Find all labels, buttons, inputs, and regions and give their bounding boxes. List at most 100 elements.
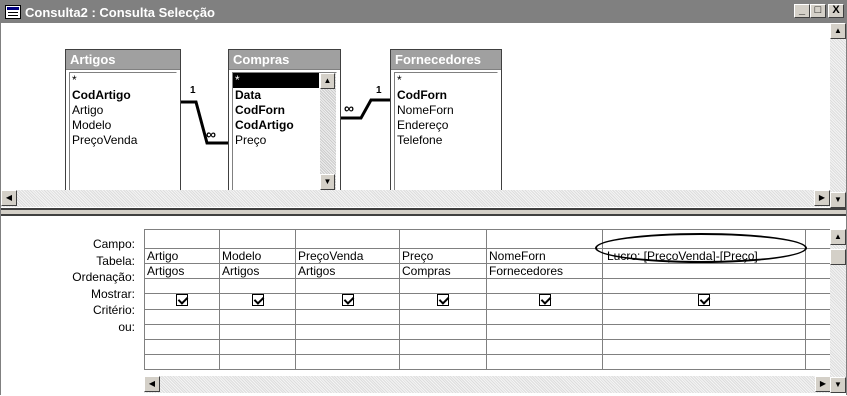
criterio-cell[interactable] [805,309,832,325]
ou-cell[interactable] [805,324,832,340]
scroll-down-icon[interactable]: ▼ [830,192,846,208]
campo-cell[interactable] [805,248,832,264]
grid-cell[interactable] [219,339,296,355]
tabela-cell[interactable]: Artigos [144,263,220,279]
tabela-cell[interactable]: Artigos [295,263,400,279]
mostrar-cell[interactable] [805,293,832,310]
title-bar: Consulta2 : Consulta Selecção _ □ X [1,1,846,23]
scroll-right-icon[interactable]: ▶ [815,376,831,392]
campo-cell[interactable]: Artigo [144,248,220,264]
ou-cell[interactable] [144,324,220,340]
show-checkbox[interactable] [437,294,449,306]
tabela-cell[interactable] [805,263,832,279]
mostrar-cell [602,293,806,310]
ordenacao-cell[interactable] [486,278,603,294]
scroll-right-icon[interactable]: ▶ [814,190,830,206]
tabela-cell[interactable]: Compras [399,263,487,279]
grid-cell[interactable] [486,339,603,355]
grid-cell[interactable] [219,354,296,370]
criterio-cell[interactable] [144,309,220,325]
grid-cell[interactable] [144,229,220,249]
mostrar-cell [399,293,487,310]
campo-cell[interactable]: Preço [399,248,487,264]
ordenacao-cell[interactable] [602,278,806,294]
relationship-one-label: 1 [376,85,382,96]
scroll-left-icon[interactable]: ◀ [144,376,160,392]
row-label-mostrar: Mostrar: [90,287,135,301]
ordenacao-cell[interactable] [399,278,487,294]
query-design-grid: Artigo Modelo PreçoVenda Preço NomeForn … [144,229,832,370]
campo-cell[interactable]: Lucro: [PreçoVenda]-[Preço] [602,248,806,264]
ordenacao-cell[interactable] [144,278,220,294]
row-label-tabela: Tabela: [96,254,135,268]
grid-cell[interactable] [602,354,806,370]
grid-cell[interactable] [295,229,400,249]
row-label-ou: ou: [118,320,135,334]
show-checkbox[interactable] [251,294,264,306]
grid-cell[interactable] [295,339,400,355]
ordenacao-cell[interactable] [805,278,832,294]
mostrar-cell [486,293,603,310]
ou-cell[interactable] [486,324,603,340]
scroll-thumb[interactable] [830,249,846,265]
scroll-up-icon[interactable]: ▲ [830,229,846,245]
table-pane: Artigos * CodArtigo Artigo Modelo PreçoV… [1,23,846,208]
show-checkbox[interactable] [698,294,710,306]
grid-cell[interactable] [144,339,220,355]
grid-cell[interactable] [486,229,603,249]
query-window: Consulta2 : Consulta Selecção _ □ X Arti… [0,0,847,396]
tabela-cell[interactable] [602,263,806,279]
campo-cell[interactable]: NomeForn [486,248,603,264]
scroll-left-icon[interactable]: ◀ [1,190,17,206]
upper-vertical-scrollbar[interactable]: ▲ ▼ [830,23,846,208]
ou-cell[interactable] [602,324,806,340]
tabela-cell[interactable]: Fornecedores [486,263,603,279]
criterio-cell[interactable] [219,309,296,325]
grid-cell[interactable] [602,339,806,355]
show-checkbox[interactable] [341,294,354,306]
scroll-down-icon[interactable]: ▼ [830,377,846,393]
maximize-button[interactable]: □ [810,4,826,18]
grid-cell[interactable] [399,229,487,249]
grid-cell[interactable] [399,354,487,370]
grid-cell[interactable] [399,339,487,355]
tabela-cell[interactable]: Artigos [219,263,296,279]
minimize-button[interactable]: _ [794,4,810,18]
show-checkbox[interactable] [176,294,188,306]
ordenacao-cell[interactable] [219,278,296,294]
row-label-criterio: Critério: [92,303,135,317]
campo-cell[interactable]: Modelo [219,248,296,264]
relationship-lines [181,98,390,145]
pane-splitter[interactable] [1,208,846,216]
campo-cell[interactable]: PreçoVenda [295,248,400,264]
criterio-cell[interactable] [486,309,603,325]
grid-cell[interactable] [602,229,806,249]
grid-cell[interactable] [805,354,832,370]
close-button[interactable]: X [828,4,844,18]
relationship-many-label: ∞ [344,100,354,116]
mostrar-cell [144,293,220,310]
criterio-cell[interactable] [295,309,400,325]
grid-cell[interactable] [219,229,296,249]
ou-cell[interactable] [219,324,296,340]
grid-cell[interactable] [486,354,603,370]
grid-cell[interactable] [144,354,220,370]
criterio-cell[interactable] [602,309,806,325]
ou-cell[interactable] [399,324,487,340]
grid-cell[interactable] [295,354,400,370]
grid-cell[interactable] [805,229,832,249]
grid-vertical-scrollbar[interactable]: ▲ ▼ [830,229,846,393]
relationship-one-label: 1 [190,85,196,96]
mostrar-cell [295,293,400,310]
scroll-up-icon[interactable]: ▲ [830,23,846,39]
ordenacao-cell[interactable] [295,278,400,294]
criterio-cell[interactable] [399,309,487,325]
window-title: Consulta2 : Consulta Selecção [25,4,215,20]
grid-cell[interactable] [805,339,832,355]
relationship-many-label: ∞ [206,126,216,142]
upper-horizontal-scrollbar[interactable]: ◀ ▶ [1,190,830,207]
query-icon [5,5,21,19]
ou-cell[interactable] [295,324,400,340]
show-checkbox[interactable] [538,294,551,306]
grid-horizontal-scrollbar[interactable]: ◀ ▶ [144,376,831,393]
